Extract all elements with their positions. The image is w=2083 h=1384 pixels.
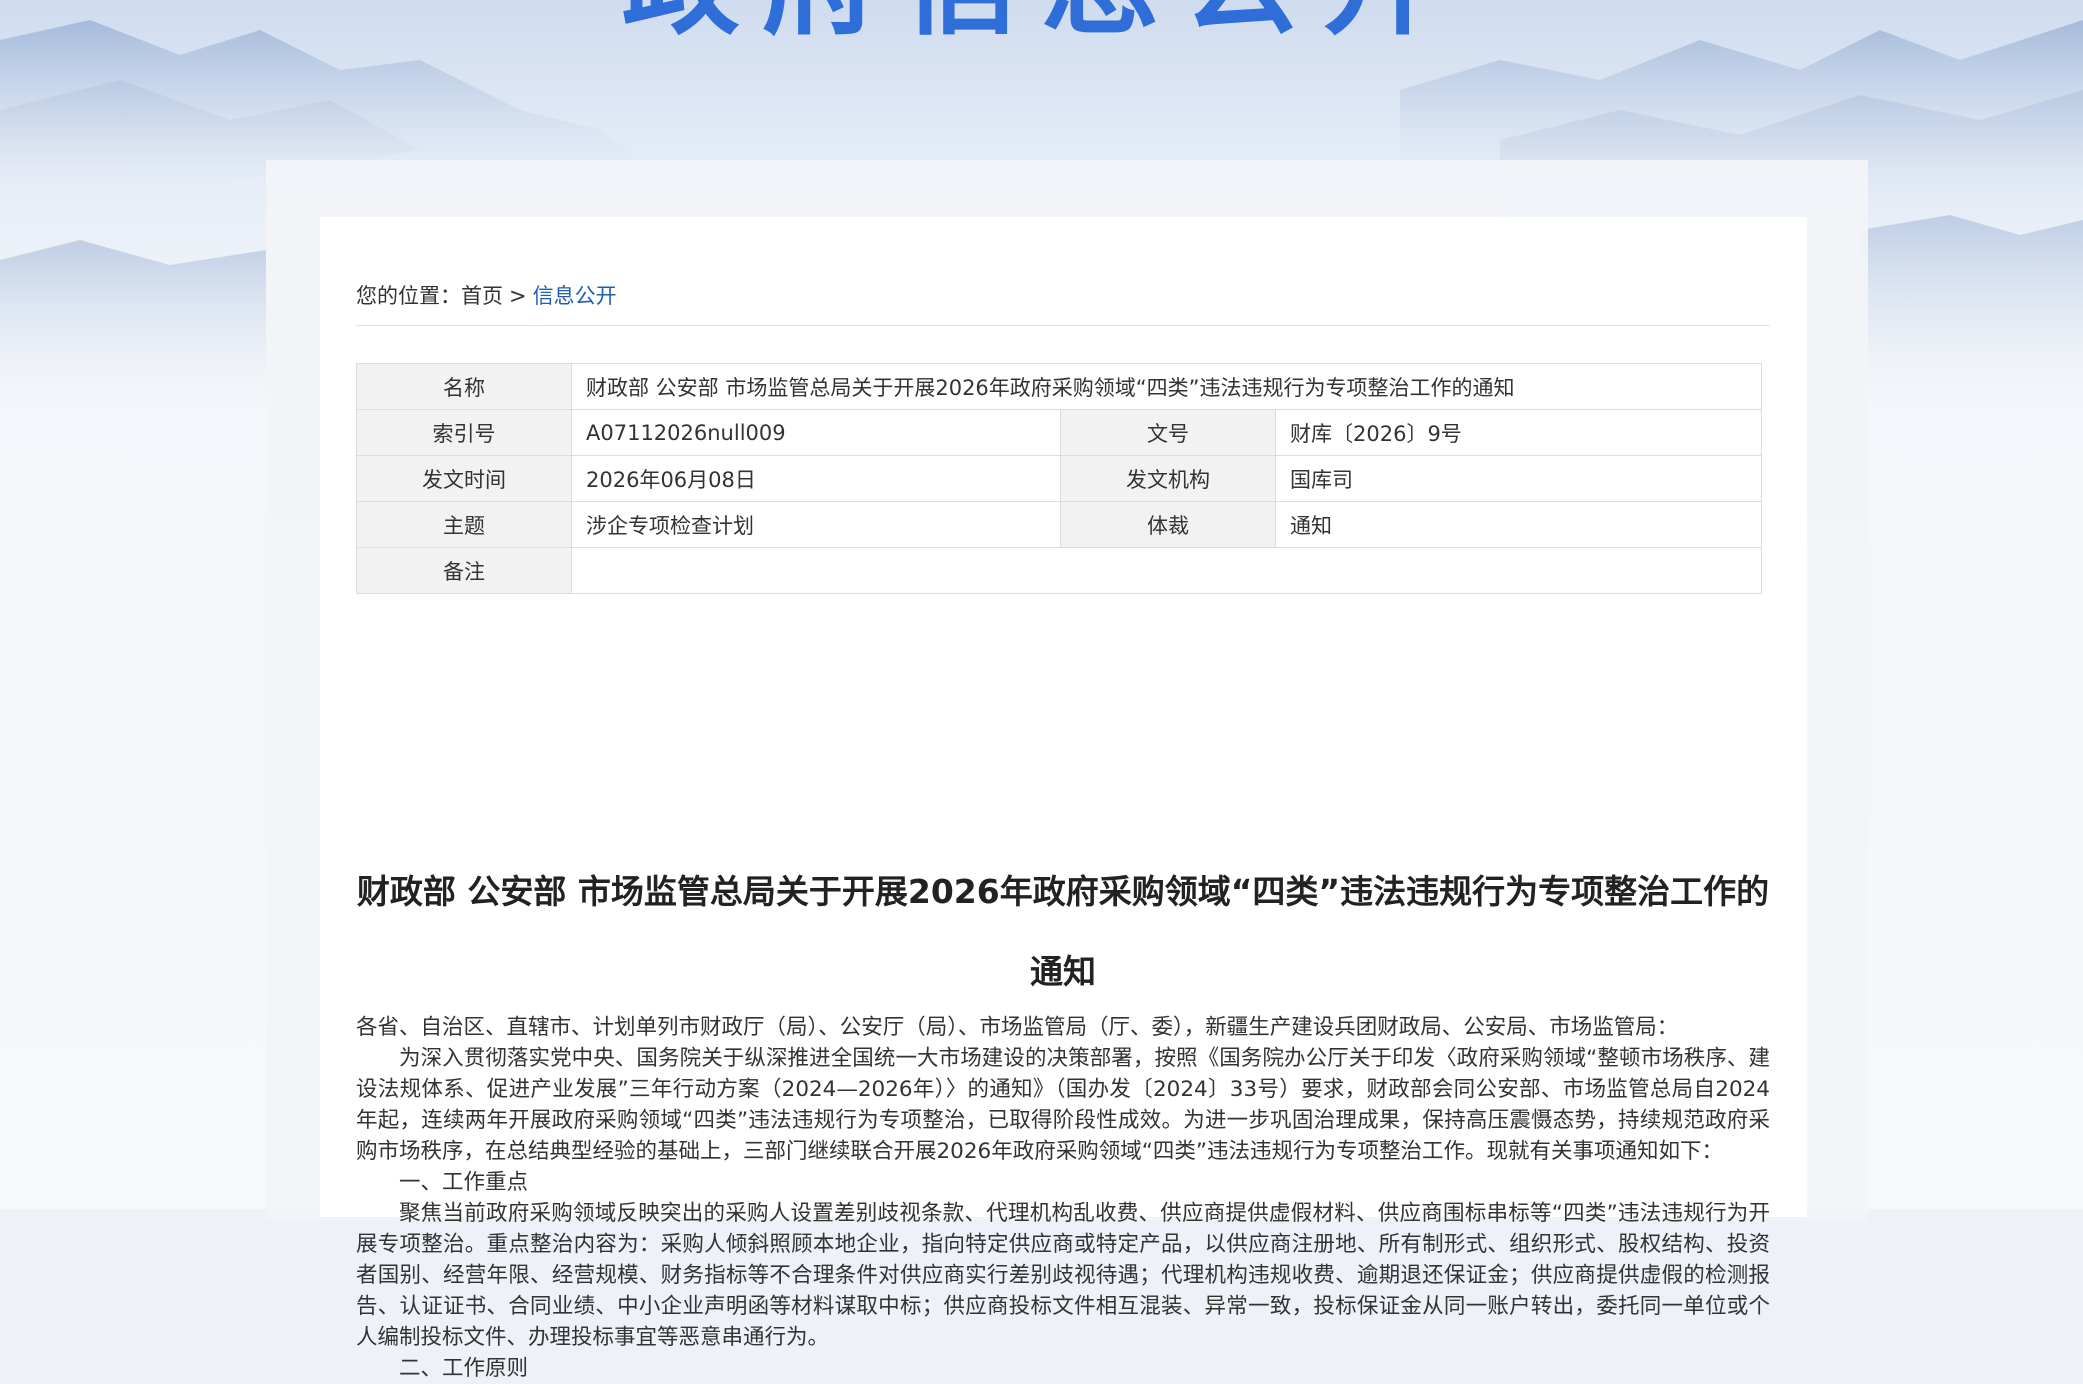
- meta-row-note: 备注: [356, 547, 1762, 594]
- document-salutation: 各省、自治区、直辖市、计划单列市财政厅（局）、公安厅（局）、市场监管局（厅、委）…: [356, 1015, 1679, 1040]
- breadcrumb-home-link[interactable]: 首页: [461, 284, 503, 308]
- meta-note-value: [571, 547, 1762, 594]
- meta-row-date: 发文时间 2026年06月08日 发文机构 国库司: [356, 455, 1762, 502]
- breadcrumb-separator: >: [509, 284, 527, 308]
- breadcrumb: 您的位置：首页 > 信息公开: [356, 281, 617, 311]
- banner-title: 政府信息公开: [0, 0, 2083, 42]
- document-body: 各省、自治区、直辖市、计划单列市财政厅（局）、公安厅（局）、市场监管局（厅、委）…: [356, 1012, 1770, 1384]
- meta-row-topic: 主题 涉企专项检查计划 体裁 通知: [356, 501, 1762, 548]
- breadcrumb-prefix: 您的位置：: [356, 284, 461, 308]
- meta-genre-label: 体裁: [1060, 501, 1276, 548]
- document-paragraph-intro: 为深入贯彻落实党中央、国务院关于纵深推进全国统一大市场建设的决策部署，按照《国务…: [356, 1046, 1770, 1164]
- meta-date-label: 发文时间: [356, 455, 572, 502]
- section-heading-1: 一、工作重点: [399, 1170, 529, 1195]
- meta-docno-value: 财库〔2026〕9号: [1275, 409, 1762, 456]
- document-metadata-table: 名称 财政部 公安部 市场监管总局关于开展2026年政府采购领域“四类”违法违规…: [356, 363, 1762, 594]
- meta-docno-label: 文号: [1060, 409, 1276, 456]
- meta-topic-value: 涉企专项检查计划: [571, 501, 1061, 548]
- document-title: 财政部 公安部 市场监管总局关于开展2026年政府采购领域“四类”违法违规行为专…: [356, 872, 1770, 991]
- meta-genre-value: 通知: [1275, 501, 1762, 548]
- meta-topic-label: 主题: [356, 501, 572, 548]
- meta-name-label: 名称: [356, 363, 572, 410]
- breadcrumb-current-link[interactable]: 信息公开: [533, 284, 617, 308]
- document-paragraph-focus: 聚焦当前政府采购领域反映突出的采购人设置差别歧视条款、代理机构乱收费、供应商提供…: [356, 1201, 1770, 1350]
- meta-org-value: 国库司: [1275, 455, 1762, 502]
- meta-row-name: 名称 财政部 公安部 市场监管总局关于开展2026年政府采购领域“四类”违法违规…: [356, 363, 1762, 410]
- meta-index-value: A07112026null009: [571, 409, 1061, 456]
- meta-org-label: 发文机构: [1060, 455, 1276, 502]
- meta-name-value: 财政部 公安部 市场监管总局关于开展2026年政府采购领域“四类”违法违规行为专…: [571, 363, 1762, 410]
- meta-date-value: 2026年06月08日: [571, 455, 1061, 502]
- meta-note-label: 备注: [356, 547, 572, 594]
- meta-index-label: 索引号: [356, 409, 572, 456]
- content-card: 您的位置：首页 > 信息公开 名称 财政部 公安部 市场监管总局关于开展2026年政…: [320, 217, 1807, 1381]
- section-heading-2: 二、工作原则: [399, 1356, 529, 1381]
- breadcrumb-divider: [356, 325, 1770, 326]
- meta-row-index: 索引号 A07112026null009 文号 财库〔2026〕9号: [356, 409, 1762, 456]
